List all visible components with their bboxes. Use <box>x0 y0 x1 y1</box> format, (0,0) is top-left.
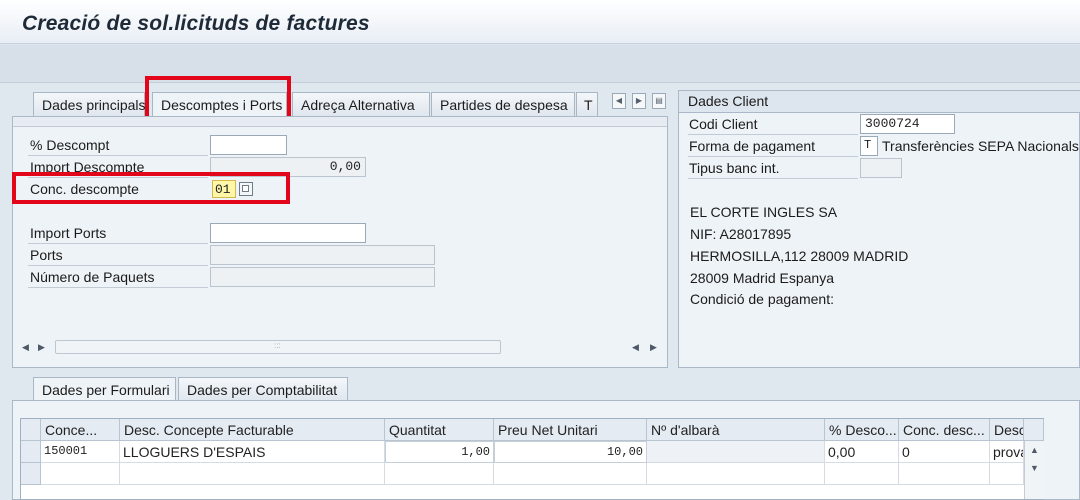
client-address-line1: HERMOSILLA,112 28009 MADRID <box>690 248 909 264</box>
import-ports-label: Import Ports <box>30 225 107 241</box>
bank-type-field <box>860 158 902 178</box>
scroll-right-icon[interactable]: ▶ <box>38 342 45 353</box>
scroll-down-icon[interactable]: ▼ <box>1030 463 1039 473</box>
tab-label: Descomptes i Ports <box>161 97 283 113</box>
client-address-line2: 28009 Madrid Espanya <box>690 270 834 286</box>
client-name: EL CORTE INGLES SA <box>690 204 838 220</box>
discount-concept-input[interactable]: 01 <box>212 180 236 198</box>
items-table: Conce... Desc. Concepte Facturable Quant… <box>20 418 1044 500</box>
row-selector[interactable] <box>21 441 41 463</box>
column-header[interactable]: Conc. desc... <box>899 419 990 441</box>
page-title: Creació de sol.licituds de factures <box>22 12 370 35</box>
column-header[interactable]: % Desco... <box>825 419 899 441</box>
discount-concept-label: Conc. descompte <box>30 181 139 197</box>
import-discount-field: 0,00 <box>210 157 366 177</box>
table-cell <box>385 463 494 485</box>
tab-adreca-alternativa[interactable]: Adreça Alternativa <box>292 92 430 116</box>
column-header[interactable]: Nº d'albarà <box>647 419 825 441</box>
client-nif: NIF: A28017895 <box>690 226 792 242</box>
client-panel-header: Dades Client <box>688 93 769 109</box>
table-cell: LLOGUERS D'ESPAIS <box>120 441 385 463</box>
table-cell <box>647 463 825 485</box>
paquets-field <box>210 267 435 287</box>
price-cell-input[interactable]: 10,00 <box>494 441 647 463</box>
payment-code-field[interactable]: T <box>860 136 878 156</box>
pct-discount-input[interactable] <box>210 135 287 155</box>
scroll-left-icon-2[interactable]: ◀ <box>632 342 639 353</box>
import-discount-label: Import Descompte <box>30 159 145 175</box>
table-cell <box>41 463 120 485</box>
payment-method-text: Transferències SEPA Nacionals <box>882 138 1079 154</box>
pct-discount-label: % Descompt <box>30 137 110 153</box>
bank-type-label: Tipus banc int. <box>689 160 780 176</box>
tab-dades-formulari[interactable]: Dades per Formulari <box>33 377 176 401</box>
toolbar <box>0 45 1080 83</box>
paquets-label: Número de Paquets <box>30 269 155 285</box>
tab-list-icon[interactable]: ▤ <box>652 93 666 109</box>
scroll-right-icon-2[interactable]: ▶ <box>650 342 657 353</box>
table-cell <box>825 463 899 485</box>
table-cell: prova <box>990 441 1024 463</box>
select-all-corner[interactable] <box>21 419 41 441</box>
tab-label: Dades per Comptabilitat <box>187 382 338 398</box>
quantity-cell-input[interactable]: 1,00 <box>385 441 494 463</box>
scroll-left-icon[interactable]: ◀ <box>22 342 29 353</box>
client-code-input[interactable]: 3000724 <box>860 114 955 134</box>
table-cell: 0 <box>899 441 990 463</box>
row-selector[interactable] <box>21 463 41 485</box>
column-header[interactable]: Conce... <box>41 419 120 441</box>
table-cell <box>647 441 825 463</box>
table-cell <box>899 463 990 485</box>
table-cell <box>120 463 385 485</box>
tab-label: Dades per Formulari <box>42 382 170 398</box>
tab-scroll-left-icon[interactable]: ◀ <box>612 93 626 109</box>
tab-label: T <box>584 97 593 113</box>
column-header[interactable]: Descripc <box>990 419 1024 441</box>
ports-label: Ports <box>30 247 63 263</box>
horizontal-scrollbar[interactable]: ::: <box>55 340 501 354</box>
client-code-label: Codi Client <box>689 116 758 132</box>
tab-scroll-right-icon[interactable]: ▶ <box>632 93 646 109</box>
tab-partides-despesa[interactable]: Partides de despesa <box>431 92 575 116</box>
tab-descomptes-ports[interactable]: Descomptes i Ports <box>152 92 287 116</box>
value-help-icon[interactable] <box>239 182 253 196</box>
column-header[interactable]: Desc. Concepte Facturable <box>120 419 385 441</box>
table-cell: 0,00 <box>825 441 899 463</box>
column-header[interactable]: Preu Net Unitari <box>494 419 647 441</box>
tab-truncated[interactable]: T <box>576 92 598 116</box>
vertical-scrollbar[interactable]: ▲ ▼ <box>1024 441 1044 499</box>
scroll-up-icon[interactable]: ▲ <box>1030 445 1039 455</box>
tab-dades-comptabilitat[interactable]: Dades per Comptabilitat <box>178 377 348 401</box>
table-cell <box>494 463 647 485</box>
payment-conditions-label: Condició de pagament: <box>690 291 834 307</box>
title-bar: Creació de sol.licituds de factures <box>0 0 1080 44</box>
tab-label: Dades principals <box>42 97 146 113</box>
column-settings-icon[interactable] <box>1024 419 1044 441</box>
tab-label: Partides de despesa <box>440 97 568 113</box>
import-ports-input[interactable] <box>210 223 366 243</box>
tab-dades-principals[interactable]: Dades principals <box>33 92 146 116</box>
payment-method-label: Forma de pagament <box>689 138 816 154</box>
ports-field <box>210 245 435 265</box>
tab-label: Adreça Alternativa <box>301 97 415 113</box>
column-header[interactable]: Quantitat <box>385 419 494 441</box>
table-cell <box>990 463 1024 485</box>
table-cell: 150001 <box>41 441 120 463</box>
